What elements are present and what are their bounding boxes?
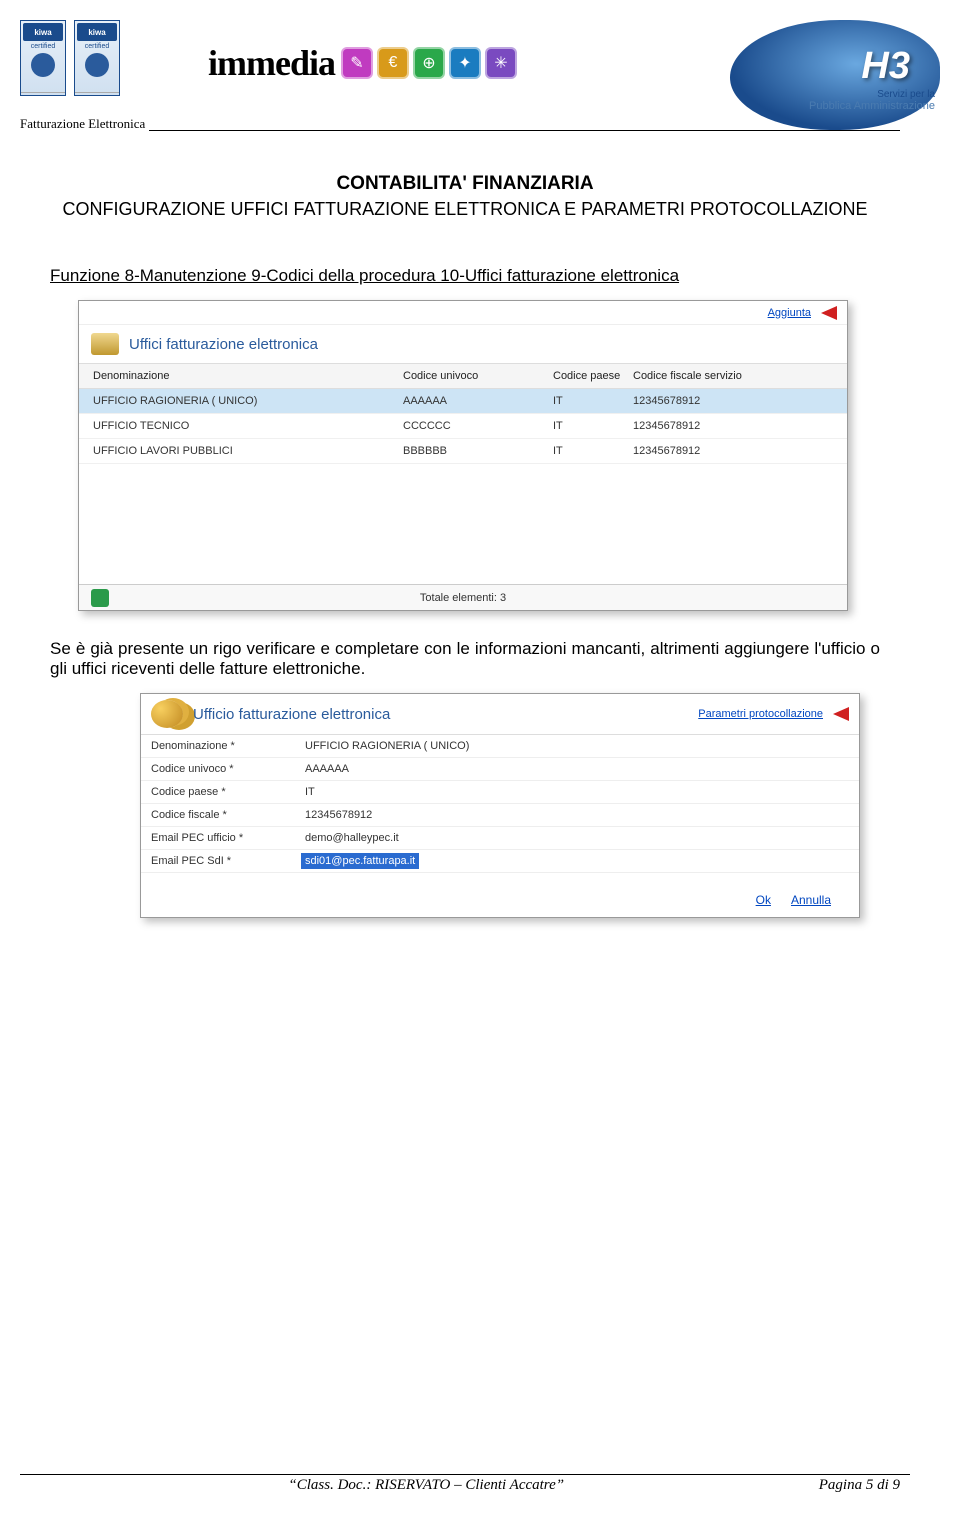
field-value-email-pec-sdi[interactable]: sdi01@pec.fatturapa.it	[301, 853, 419, 869]
instruction-paragraph: Se è già presente un rigo verificare e c…	[50, 639, 880, 679]
add-link[interactable]: Aggiunta	[768, 307, 811, 319]
field-label-email-pec-sdi: Email PEC SdI	[151, 855, 301, 867]
module-euro-icon: €	[377, 47, 409, 79]
total-elements-label: Totale elementi: 3	[420, 592, 506, 604]
back-arrow-icon[interactable]	[821, 306, 837, 320]
field-value-codice-univoco[interactable]: AAAAAA	[301, 761, 421, 777]
h3-mark: H3	[861, 45, 910, 88]
section-title-1: CONTABILITA' FINANZIARIA	[50, 173, 880, 195]
field-label-denominazione: Denominazione	[151, 740, 301, 752]
table-empty-area	[79, 464, 847, 584]
footer-classification: “Class. Doc.: RISERVATO – Clienti Accatr…	[288, 1477, 564, 1494]
kiwa-cert-badge-2: kiwa certified	[74, 20, 120, 96]
parametri-protocollazione-link[interactable]: Parametri protocollazione	[698, 708, 823, 720]
kiwa-seal-icon	[31, 53, 55, 77]
module-document-icon: ✎	[341, 47, 373, 79]
field-value-codice-paese[interactable]: IT	[301, 784, 361, 800]
module-atom-icon: ✳	[485, 47, 517, 79]
field-value-denominazione[interactable]: UFFICIO RAGIONERIA ( UNICO)	[301, 738, 849, 754]
table-footer: Totale elementi: 3	[79, 584, 847, 610]
ok-button[interactable]: Ok	[756, 893, 771, 907]
back-arrow-icon[interactable]	[833, 707, 849, 721]
field-label-codice-fiscale: Codice fiscale	[151, 809, 301, 821]
field-label-codice-univoco: Codice univoco	[151, 763, 301, 775]
immedia-app-icons: ✎ € ⊕ ✦ ✳	[341, 47, 517, 79]
kiwa-logo-icon: kiwa	[23, 23, 63, 41]
module-people-icon: ✦	[449, 47, 481, 79]
col-codice-univoco: Codice univoco	[403, 370, 553, 382]
page-header: kiwa certified kiwa certified immedia ✎ …	[20, 20, 910, 120]
screenshot-ufficio-form: Ufficio fatturazione elettronica Paramet…	[140, 693, 860, 918]
cancel-button[interactable]: Annulla	[791, 893, 831, 907]
form-title: Ufficio fatturazione elettronica	[193, 706, 390, 723]
immedia-logo: immedia ✎ € ⊕ ✦ ✳	[208, 42, 517, 84]
kiwa-cert-badge-1: kiwa certified	[20, 20, 66, 96]
page-footer: . “Class. Doc.: RISERVATO – Clienti Acca…	[20, 1474, 910, 1494]
field-value-email-pec-ufficio[interactable]: demo@halleypec.it	[301, 830, 849, 846]
col-codice-fiscale: Codice fiscale servizio	[633, 370, 833, 382]
field-value-codice-fiscale[interactable]: 12345678912	[301, 807, 849, 823]
immedia-wordmark: immedia	[208, 42, 335, 84]
panel-title: Uffici fatturazione elettronica	[129, 336, 318, 353]
module-globe-icon: ⊕	[413, 47, 445, 79]
col-codice-paese: Codice paese	[553, 370, 633, 382]
field-label-codice-paese: Codice paese	[151, 786, 301, 798]
table-header: Denominazione Codice univoco Codice paes…	[79, 363, 847, 389]
coins-icon	[151, 700, 183, 728]
table-row[interactable]: UFFICIO TECNICO CCCCCC IT 12345678912	[79, 414, 847, 439]
export-excel-icon[interactable]	[91, 589, 109, 607]
screenshot-uffici-list: Aggiunta Uffici fatturazione elettronica…	[78, 300, 848, 611]
folder-icon	[91, 333, 119, 355]
h3-caption: Servizi per la Pubblica Amministrazione	[809, 89, 935, 112]
kiwa-logo-icon: kiwa	[77, 23, 117, 41]
function-path: Funzione 8-Manutenzione 9-Codici della p…	[50, 266, 880, 286]
table-row[interactable]: UFFICIO LAVORI PUBBLICI BBBBBB IT 123456…	[79, 439, 847, 464]
h3-logo: H3 Servizi per la Pubblica Amministrazio…	[730, 20, 940, 130]
table-row[interactable]: UFFICIO RAGIONERIA ( UNICO) AAAAAA IT 12…	[79, 389, 847, 414]
footer-page-number: Pagina 5 di 9	[819, 1477, 900, 1494]
kiwa-seal-icon	[85, 53, 109, 77]
section-title-2: CONFIGURAZIONE UFFICI FATTURAZIONE ELETT…	[50, 199, 880, 220]
col-denominazione: Denominazione	[93, 370, 403, 382]
field-label-email-pec-ufficio: Email PEC ufficio	[151, 832, 301, 844]
